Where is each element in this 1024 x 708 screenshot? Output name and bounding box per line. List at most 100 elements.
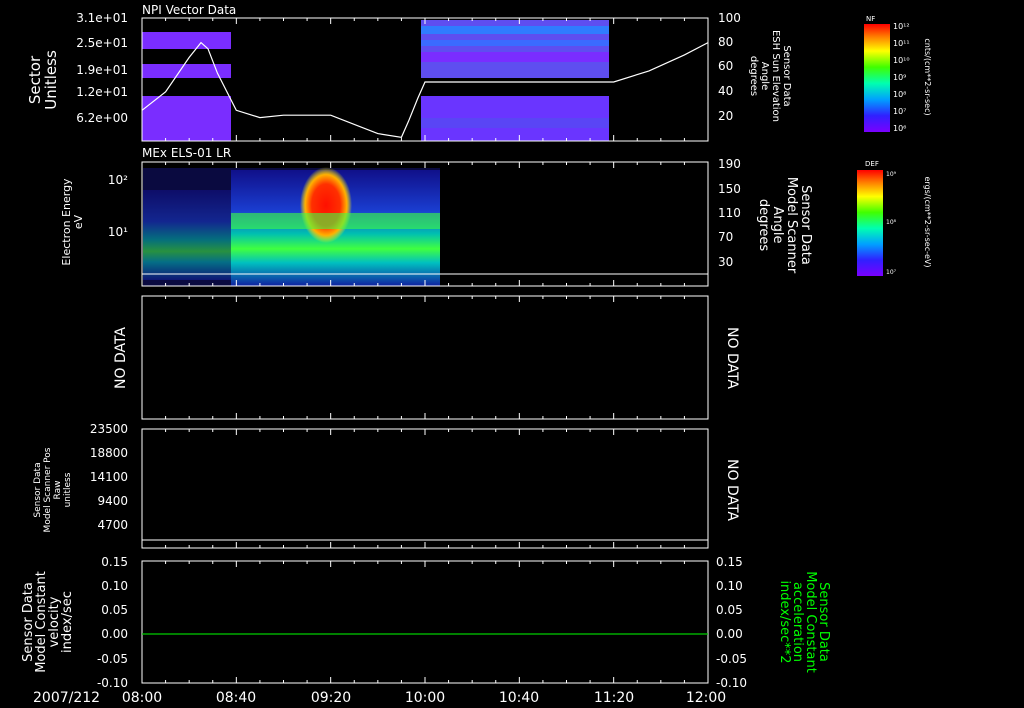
panel1-right-label: Sensor Data ESH Sun Elevation Angle degr…	[748, 30, 792, 122]
p2-rlabel-line0: Sensor Data	[798, 185, 813, 265]
panel-scanner-pos: 23500 18800 14100 9400 4700 Sensor Data …	[33, 422, 740, 549]
p2-rlabel-line2: Angle	[770, 207, 785, 244]
panel4-left-axis: 23500 18800 14100 9400 4700	[90, 422, 128, 532]
p1-ytick-1: 2.5e+01	[76, 36, 128, 50]
p4-ytick-1: 18800	[90, 446, 128, 460]
p2-ytick-1: 10¹	[108, 225, 128, 239]
cb1-tick-2: 10¹⁰	[893, 56, 910, 65]
panel4-ylabel: Sensor Data Model Scanner Pos Raw unitle…	[33, 447, 73, 532]
p1-rlabel-line1: ESH Sun Elevation	[770, 30, 781, 122]
p2-rtick-4: 30	[718, 255, 733, 269]
panel5-right-label: Sensor Data Model Constant acceleration …	[777, 571, 831, 673]
panel1-ylabel: Sector Unitless	[26, 50, 60, 110]
p2-rtick-2: 110	[718, 206, 741, 220]
panel-mex-els: MEx ELS-01 LR 10² 10¹ Electron Energy eV…	[60, 146, 813, 287]
date-label: 2007/212	[33, 690, 100, 706]
npi-spectrogram	[142, 20, 609, 141]
p4-ylabel-line1: Model Scanner Pos	[43, 447, 53, 532]
p4-ytick-0: 23500	[90, 422, 128, 436]
els-band-early	[143, 190, 233, 280]
p1-rlabel-line0: Sensor Data	[781, 45, 792, 106]
panel2-left-axis: 10² 10¹	[108, 173, 128, 239]
p5-ylabel-line3: index/sec	[60, 591, 75, 653]
panel5-right-axis: 0.15 0.10 0.05 0.00 -0.05 -0.10	[716, 555, 747, 690]
p1-ytick-0: 3.1e+01	[76, 11, 128, 25]
colorbar2-units: ergs/(cm**2-sr-sec-eV)	[923, 176, 932, 267]
npi-block-2c	[421, 40, 609, 46]
p1-rtick-3: 40	[718, 84, 733, 98]
panel2-right-label: Sensor Data Model Scanner Angle degrees	[756, 177, 813, 274]
cb2-tick-2: 10⁷	[886, 269, 897, 276]
cb1-tick-1: 10¹¹	[893, 39, 910, 48]
npi-block-1c	[142, 96, 231, 141]
p5-ytick-3: 0.00	[101, 627, 128, 641]
panel-npi-vector: NPI Vector Data 3.1e+01 2.5e+01 1.9e+01 …	[26, 3, 792, 142]
colorbar2-scale	[857, 170, 883, 276]
p1-ylabel-line1: Unitless	[42, 50, 60, 110]
p5-ytick-4: -0.05	[97, 652, 128, 666]
p4-ytick-3: 9400	[97, 494, 128, 508]
p5-rtick-0: 0.15	[716, 555, 743, 569]
p1-rtick-1: 80	[718, 35, 733, 49]
p5-rtick-2: 0.05	[716, 603, 743, 617]
p5-rtick-1: 0.10	[716, 579, 743, 593]
colorbar-nf: NF 10¹² 10¹¹ 10¹⁰ 10⁹ 10⁸ 10⁷ 10⁶ cnts/(…	[864, 15, 932, 133]
p2-ytick-0: 10²	[108, 173, 128, 187]
p1-rlabel-line2: Angle	[759, 62, 770, 90]
cb2-tick-0: 10⁹	[886, 171, 897, 178]
time-tick-0: 08:00	[122, 690, 162, 706]
els-hot-region	[300, 167, 352, 243]
npi-block-1b	[142, 64, 231, 78]
p1-rtick-4: 20	[718, 109, 733, 123]
panel-model-constant: 0.15 0.10 0.05 0.00 -0.05 -0.10 Sensor D…	[21, 555, 831, 690]
panel1-title: NPI Vector Data	[142, 3, 236, 17]
panel5-frame	[141, 560, 709, 684]
npi-block-1a	[142, 32, 231, 49]
colorbar-def: DEF 10⁹ 10⁸ 10⁷ ergs/(cm**2-sr-sec-eV)	[857, 160, 932, 276]
cb1-tick-3: 10⁹	[893, 73, 906, 82]
p2-rlabel-line3: degrees	[756, 199, 771, 252]
cb1-tick-0: 10¹²	[893, 22, 910, 31]
p5-rtick-5: -0.10	[716, 676, 747, 690]
colorbar2-title: DEF	[865, 160, 879, 168]
panel2-ylabel: Electron Energy eV	[60, 178, 85, 266]
cb1-tick-4: 10⁸	[893, 90, 906, 99]
p5-ytick-1: 0.10	[101, 579, 128, 593]
p1-ytick-2: 1.9e+01	[76, 63, 128, 77]
time-axis: 2007/212 08:00 08:40 09:20 10:00 10:40 1…	[33, 690, 726, 706]
time-tick-3: 10:00	[405, 690, 445, 706]
time-tick-2: 09:20	[311, 690, 351, 706]
panel3-frame	[141, 295, 709, 420]
panel1-right-axis: 100 80 60 40 20	[718, 11, 741, 123]
p1-rtick-2: 60	[718, 59, 733, 73]
npi-block-2f	[421, 118, 609, 128]
p4-ytick-2: 14100	[90, 470, 128, 484]
p2-rtick-0: 190	[718, 157, 741, 171]
panel1-left-axis: 3.1e+01 2.5e+01 1.9e+01 1.2e+01 6.2e+00	[76, 11, 128, 125]
cb1-tick-6: 10⁶	[893, 124, 906, 133]
els-core-band	[231, 213, 440, 229]
time-tick-5: 11:20	[594, 690, 634, 706]
panel4-frame	[141, 428, 709, 549]
time-tick-4: 10:40	[499, 690, 539, 706]
panel5-ylabel: Sensor Data Model Constant velocity inde…	[21, 571, 75, 673]
panel3-left-no-data: NO DATA	[113, 327, 129, 389]
p2-rlabel-line1: Model Scanner	[784, 177, 799, 274]
time-tick-6: 12:00	[686, 690, 726, 706]
p5-rlabel-line3: index/sec**2	[777, 580, 792, 663]
p2-ylabel-line1: eV	[72, 214, 85, 229]
p5-rtick-4: -0.05	[716, 652, 747, 666]
p2-rtick-1: 150	[718, 182, 741, 196]
p1-rtick-0: 100	[718, 11, 741, 25]
p4-ylabel-line3: unitless	[63, 472, 73, 507]
p1-rlabel-line3: degrees	[748, 56, 759, 96]
panel5-left-axis: 0.15 0.10 0.05 0.00 -0.05 -0.10	[97, 555, 128, 690]
p4-ytick-4: 4700	[97, 518, 128, 532]
p5-ytick-2: 0.05	[101, 603, 128, 617]
p5-ytick-0: 0.15	[101, 555, 128, 569]
p4-ylabel-line2: Raw	[53, 481, 63, 500]
npi-block-2d	[421, 52, 609, 62]
panel2-title: MEx ELS-01 LR	[142, 146, 231, 160]
p4-ylabel-line0: Sensor Data	[33, 462, 43, 517]
colorbar1-units: cnts/(cm**2-sr-sec)	[923, 38, 932, 115]
